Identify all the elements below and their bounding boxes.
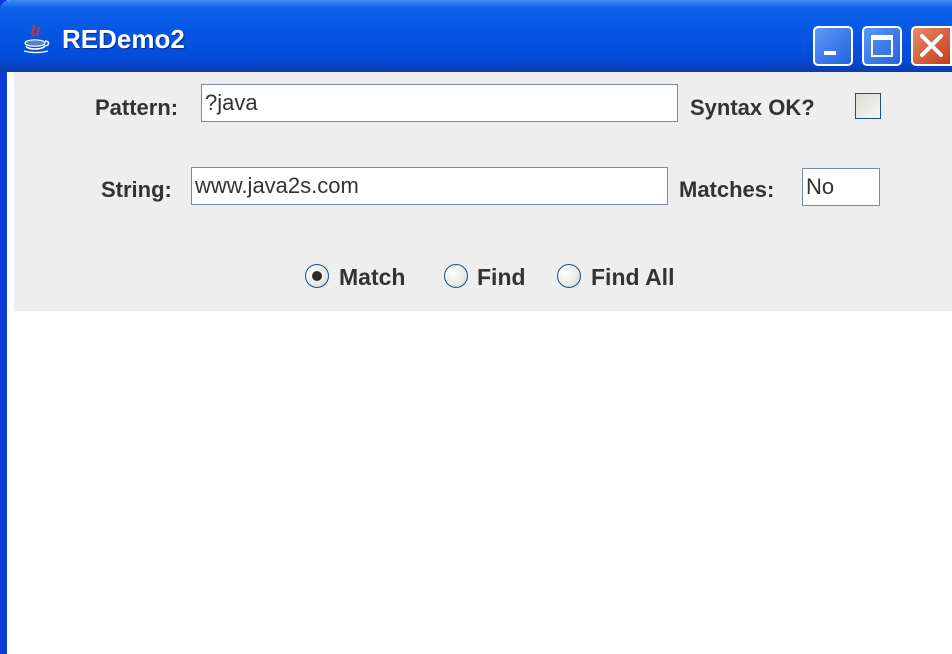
matches-field [802, 168, 880, 206]
match-radio[interactable] [305, 264, 329, 288]
maximize-icon [871, 35, 893, 57]
pattern-input[interactable] [201, 84, 678, 122]
syntax-ok-checkbox[interactable] [855, 93, 881, 119]
maximize-button[interactable] [862, 26, 902, 66]
match-radio-label[interactable]: Match [339, 264, 405, 291]
minimize-icon [824, 51, 836, 55]
matches-label: Matches: [679, 177, 775, 202]
results-area [14, 311, 952, 654]
window-title: REDemo2 [62, 24, 185, 54]
find-radio[interactable] [444, 264, 468, 288]
find-all-radio[interactable] [557, 264, 581, 288]
find-all-radio-label[interactable]: Find All [591, 264, 674, 291]
string-label: String: [101, 177, 172, 202]
java-coffee-cup-icon [20, 22, 52, 54]
minimize-button[interactable] [813, 26, 853, 66]
radio-selected-dot [312, 271, 322, 281]
string-input[interactable] [191, 167, 668, 205]
find-radio-label[interactable]: Find [477, 264, 526, 291]
pattern-label: Pattern: [95, 95, 179, 120]
title-bar[interactable]: REDemo2 [0, 0, 952, 72]
close-button[interactable] [911, 26, 952, 66]
syntax-ok-label: Syntax OK? [690, 95, 815, 120]
app-window: REDemo2 Pattern: Syntax OK? String: Matc… [0, 0, 952, 654]
close-icon [920, 34, 943, 57]
